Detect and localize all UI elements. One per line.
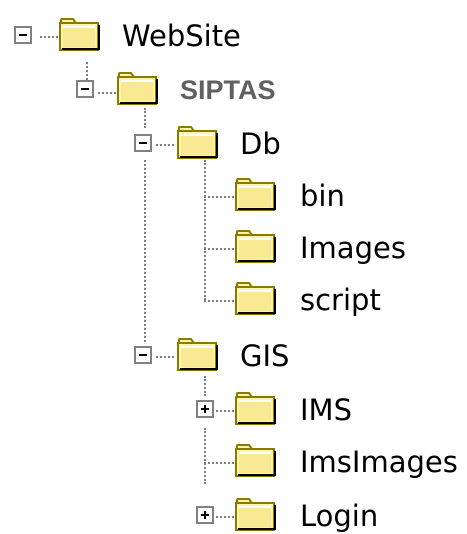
- tree-node-label-website[interactable]: WebSite: [122, 18, 241, 54]
- tree-node-label-script[interactable]: script: [300, 282, 381, 318]
- folder-icon[interactable]: [116, 70, 160, 106]
- tree-node-label-siptas[interactable]: SIPTAS: [180, 72, 276, 108]
- tree-node-label-gis[interactable]: GIS: [240, 338, 289, 374]
- minus-icon: [139, 354, 147, 356]
- tree-connector: [204, 160, 206, 300]
- tree-connector: [156, 356, 174, 358]
- expand-toggle-login[interactable]: [196, 506, 214, 524]
- tree-node-label-images[interactable]: Images: [300, 230, 406, 266]
- collapse-toggle-siptas[interactable]: [76, 80, 94, 98]
- tree-connector: [216, 516, 234, 518]
- tree-connector: [204, 248, 234, 250]
- minus-icon: [139, 142, 147, 144]
- folder-icon[interactable]: [176, 124, 220, 160]
- collapse-toggle-gis[interactable]: [134, 346, 152, 364]
- collapse-toggle-db[interactable]: [134, 134, 152, 152]
- tree-connector: [40, 36, 58, 38]
- folder-icon[interactable]: [234, 496, 278, 532]
- tree-connector: [156, 144, 174, 146]
- tree-connector: [204, 376, 206, 396]
- expand-toggle-ims[interactable]: [196, 400, 214, 418]
- collapse-toggle-website[interactable]: [14, 26, 32, 44]
- tree-node-label-login[interactable]: Login: [300, 498, 378, 534]
- tree-node-label-db[interactable]: Db: [240, 126, 281, 162]
- folder-icon[interactable]: [176, 336, 220, 372]
- tree-connector: [98, 92, 116, 94]
- tree-node-label-ims[interactable]: IMS: [300, 392, 352, 428]
- tree-connector: [216, 410, 234, 412]
- tree-connector: [204, 300, 234, 302]
- minus-icon: [19, 34, 27, 36]
- tree-node-label-imsimages[interactable]: ImsImages: [300, 444, 458, 480]
- tree-connector: [204, 462, 234, 464]
- folder-icon[interactable]: [58, 16, 102, 52]
- minus-icon: [81, 88, 89, 90]
- folder-icon[interactable]: [234, 176, 278, 212]
- tree-connector: [204, 428, 206, 484]
- folder-icon[interactable]: [234, 390, 278, 426]
- folder-tree: WebSite SIPTAS Db bin Images script GIS …: [0, 0, 467, 534]
- tree-connector: [144, 108, 146, 128]
- tree-connector: [204, 196, 234, 198]
- tree-connector: [144, 160, 146, 342]
- tree-node-label-bin[interactable]: bin: [300, 178, 345, 214]
- folder-icon[interactable]: [234, 228, 278, 264]
- folder-icon[interactable]: [234, 280, 278, 316]
- folder-icon[interactable]: [234, 442, 278, 478]
